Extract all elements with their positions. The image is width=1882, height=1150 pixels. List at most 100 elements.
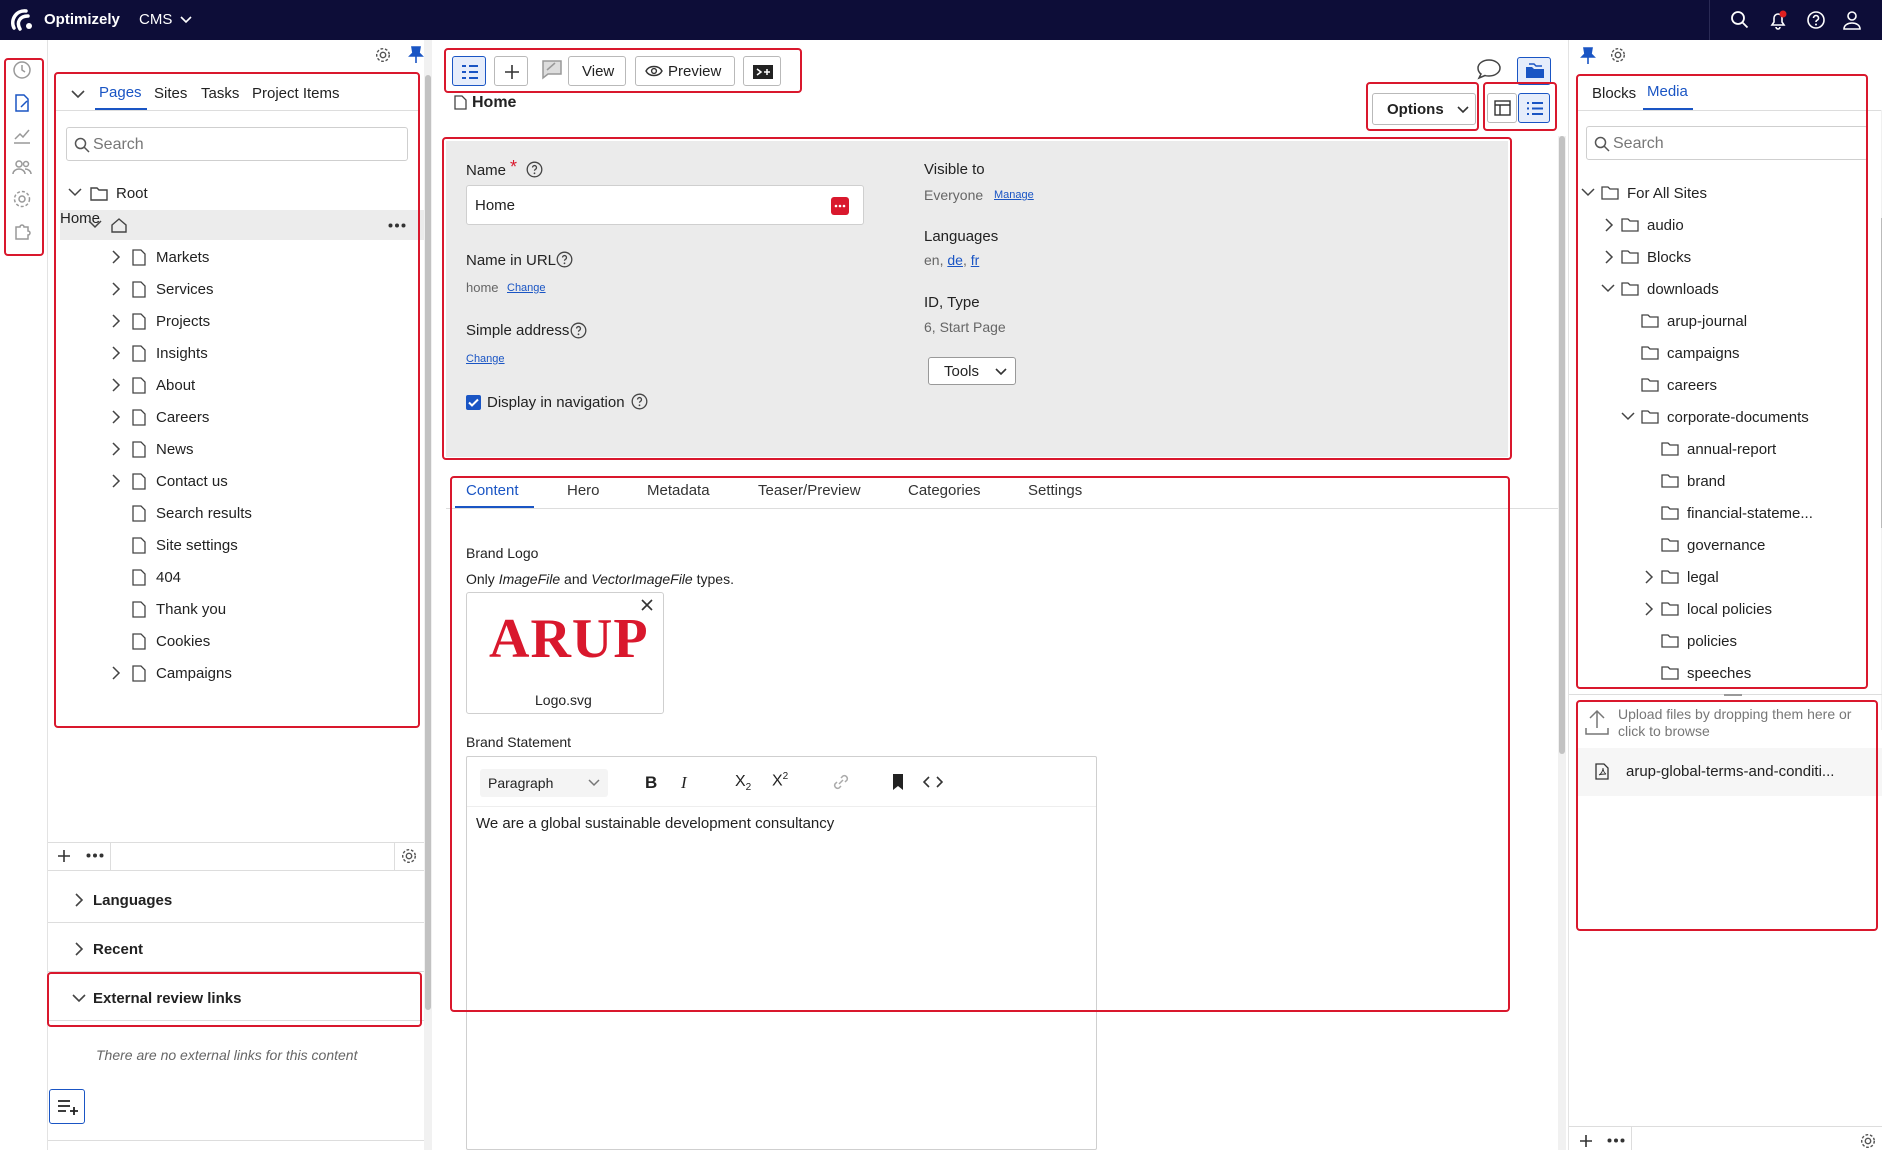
search-icon[interactable] xyxy=(1730,10,1750,30)
app-switcher[interactable]: CMS xyxy=(139,11,192,28)
media-folder-corporate-documents[interactable]: corporate-documents xyxy=(1569,402,1869,432)
tree-node-home[interactable]: Home xyxy=(60,210,424,240)
chevron-right-icon[interactable] xyxy=(111,314,121,328)
chevron-right-icon[interactable] xyxy=(111,442,121,456)
tab-project-items[interactable]: Project Items xyxy=(252,85,340,102)
link-icon[interactable] xyxy=(831,773,851,791)
tree-node-about[interactable]: About xyxy=(60,370,420,400)
gear-icon[interactable] xyxy=(1609,46,1627,64)
list-view-button[interactable] xyxy=(1518,93,1550,123)
tab-categories[interactable]: Categories xyxy=(908,482,981,499)
language-fr-link[interactable]: fr xyxy=(971,252,980,268)
dashboard-icon[interactable] xyxy=(12,60,34,82)
tree-node-404[interactable]: 404 xyxy=(60,562,420,592)
subscript-icon[interactable]: X2 xyxy=(735,773,751,793)
rich-text-editor[interactable]: Paragraph B I X2 X2 We are a global sust… xyxy=(466,756,1097,1150)
tree-node-thank-you[interactable]: Thank you xyxy=(60,594,420,624)
chevron-right-icon[interactable] xyxy=(1604,250,1614,264)
media-search-input[interactable]: Search xyxy=(1586,126,1868,160)
media-folder-audio[interactable]: audio xyxy=(1569,210,1869,240)
help-icon[interactable] xyxy=(631,393,648,410)
splitter-handle[interactable] xyxy=(1724,694,1742,696)
toggle-navigation-pane-button[interactable] xyxy=(452,56,486,86)
pin-icon[interactable] xyxy=(1580,47,1596,65)
toggle-assets-pane-button[interactable] xyxy=(1517,57,1551,85)
pin-icon[interactable] xyxy=(408,46,424,64)
upload-drop-zone-text[interactable]: Upload files by dropping them here or cl… xyxy=(1618,706,1878,740)
change-url-link[interactable]: Change xyxy=(507,282,546,294)
change-simple-address-link[interactable]: Change xyxy=(466,353,505,365)
comments-icon[interactable] xyxy=(1476,58,1502,80)
more-options-icon[interactable] xyxy=(1607,1138,1625,1143)
media-folder-legal[interactable]: legal xyxy=(1569,562,1869,592)
tree-node-cookies[interactable]: Cookies xyxy=(60,626,420,656)
tab-teaser-preview[interactable]: Teaser/Preview xyxy=(758,482,861,499)
scrollbar-thumb[interactable] xyxy=(1559,136,1565,754)
help-icon[interactable] xyxy=(1806,10,1826,30)
tab-blocks[interactable]: Blocks xyxy=(1592,85,1636,102)
media-folder-blocks[interactable]: Blocks xyxy=(1569,242,1869,272)
tree-node-search-results[interactable]: Search results xyxy=(60,498,420,528)
preview-button[interactable]: Preview xyxy=(635,56,735,86)
page-tree-search-input[interactable]: Search xyxy=(66,127,408,161)
display-in-navigation-checkbox[interactable] xyxy=(466,395,481,410)
help-icon[interactable] xyxy=(526,161,543,178)
gear-icon[interactable] xyxy=(374,46,392,64)
chevron-right-icon[interactable] xyxy=(1644,602,1654,616)
tree-node-markets[interactable]: Markets xyxy=(60,242,420,272)
options-button[interactable]: Options xyxy=(1372,93,1476,125)
tab-content[interactable]: Content xyxy=(466,482,519,499)
chevron-right-icon[interactable] xyxy=(111,378,121,392)
chevron-right-icon[interactable] xyxy=(111,282,121,296)
notification-bell-icon[interactable] xyxy=(1768,10,1788,30)
tab-metadata[interactable]: Metadata xyxy=(647,482,710,499)
chevron-right-icon[interactable] xyxy=(111,410,121,424)
tab-settings[interactable]: Settings xyxy=(1028,482,1082,499)
media-file-item[interactable]: arup-global-terms-and-conditi... xyxy=(1577,748,1882,796)
add-icon[interactable] xyxy=(56,848,72,864)
chevron-right-icon[interactable] xyxy=(111,250,121,264)
scrollbar[interactable] xyxy=(1558,136,1566,1150)
chevron-right-icon[interactable] xyxy=(111,474,121,488)
tree-node-contact-us[interactable]: Contact us xyxy=(60,466,420,496)
tree-node-insights[interactable]: Insights xyxy=(60,338,420,368)
add-ons-icon[interactable] xyxy=(12,221,34,243)
users-icon[interactable] xyxy=(12,157,34,179)
edit-content-icon[interactable] xyxy=(12,93,34,115)
settings-icon[interactable] xyxy=(12,189,34,211)
help-icon[interactable] xyxy=(556,251,573,268)
bold-icon[interactable]: B xyxy=(645,773,657,793)
manage-access-link[interactable]: Manage xyxy=(994,189,1034,201)
languages-section-header[interactable]: Languages xyxy=(48,880,424,920)
tab-sites[interactable]: Sites xyxy=(154,85,187,102)
recent-section-header[interactable]: Recent xyxy=(48,929,424,969)
tree-node-site-settings[interactable]: Site settings xyxy=(60,530,420,560)
italic-icon[interactable]: I xyxy=(681,773,687,793)
compare-icon[interactable] xyxy=(540,58,566,84)
chevron-right-icon[interactable] xyxy=(1604,218,1614,232)
user-icon[interactable] xyxy=(1842,10,1862,30)
tab-tasks[interactable]: Tasks xyxy=(201,85,239,102)
chevron-right-icon[interactable] xyxy=(111,666,121,680)
media-folder-downloads[interactable]: downloads xyxy=(1569,274,1869,304)
media-folder-root[interactable]: For All Sites xyxy=(1569,178,1869,208)
external-review-section-header[interactable]: External review links xyxy=(48,978,424,1018)
tree-node-news[interactable]: News xyxy=(60,434,420,464)
tree-node-services[interactable]: Services xyxy=(60,274,420,304)
add-new-button[interactable] xyxy=(494,56,528,86)
tab-pages[interactable]: Pages xyxy=(99,84,142,101)
add-review-link-button[interactable] xyxy=(49,1089,85,1124)
more-options-icon[interactable] xyxy=(86,853,104,858)
add-icon[interactable] xyxy=(1578,1133,1594,1149)
language-de-link[interactable]: de xyxy=(947,252,963,268)
format-select[interactable]: Paragraph xyxy=(480,769,608,797)
media-folder-financial-stateme-[interactable]: financial-stateme... xyxy=(1569,498,1869,528)
help-icon[interactable] xyxy=(570,322,587,339)
chevron-right-icon[interactable] xyxy=(111,346,121,360)
chevron-down-icon[interactable] xyxy=(68,188,82,198)
media-folder-governance[interactable]: governance xyxy=(1569,530,1869,560)
media-folder-annual-report[interactable]: annual-report xyxy=(1569,434,1869,464)
media-folder-careers[interactable]: careers xyxy=(1569,370,1869,400)
media-folder-arup-journal[interactable]: arup-journal xyxy=(1569,306,1869,336)
media-folder-policies[interactable]: policies xyxy=(1569,626,1869,656)
